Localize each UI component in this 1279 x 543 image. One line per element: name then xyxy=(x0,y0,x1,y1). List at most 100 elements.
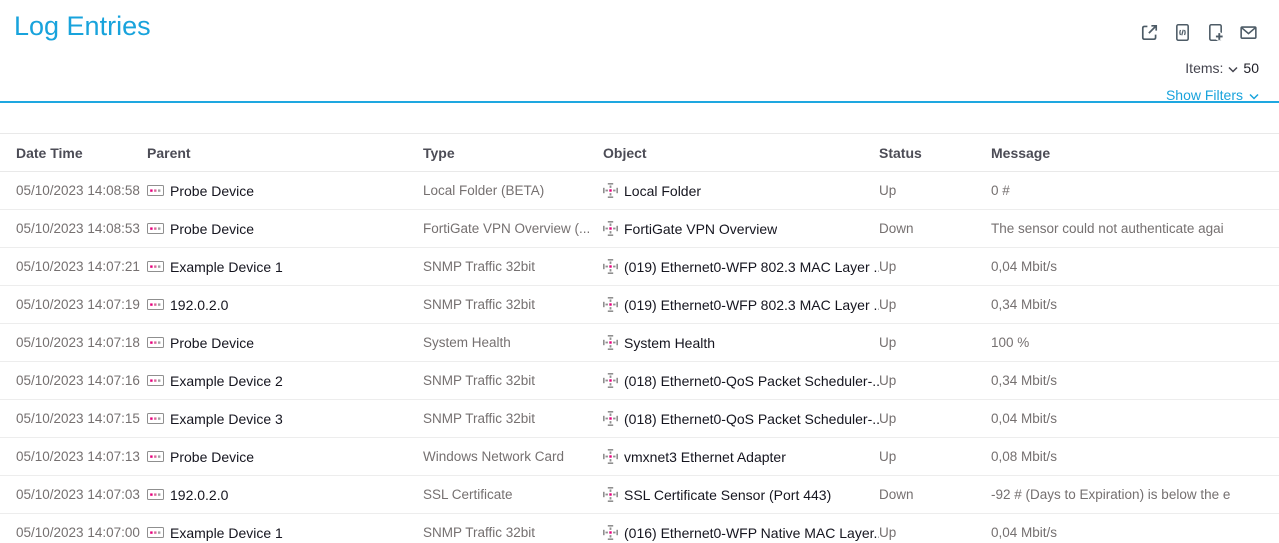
log-datetime: 05/10/2023 14:07:13 xyxy=(0,438,147,476)
code-file-icon[interactable] xyxy=(1172,22,1193,43)
parent-device-link[interactable]: Example Device 1 xyxy=(147,259,423,275)
log-table-body: 05/10/2023 14:08:58 Probe Device Local F… xyxy=(0,172,1279,543)
table-row[interactable]: 05/10/2023 14:07:16 Example Device 2 SNM… xyxy=(0,362,1279,400)
log-type: Windows Network Card xyxy=(423,438,603,476)
email-icon[interactable] xyxy=(1238,22,1259,43)
log-status: Up xyxy=(879,248,991,286)
log-type: Local Folder (BETA) xyxy=(423,172,603,210)
log-parent-cell: Example Device 2 xyxy=(147,362,423,400)
column-header-type[interactable]: Type xyxy=(423,134,603,172)
device-icon xyxy=(147,450,164,463)
log-datetime: 05/10/2023 14:08:53 xyxy=(0,210,147,248)
log-message: 0,04 Mbit/s xyxy=(991,248,1279,286)
log-object-cell: (019) Ethernet0-WFP 802.3 MAC Layer ... xyxy=(603,248,879,286)
log-message: 0 # xyxy=(991,172,1279,210)
parent-device-link[interactable]: Probe Device xyxy=(147,221,423,237)
parent-device-link[interactable]: Probe Device xyxy=(147,335,423,351)
log-parent-cell: Example Device 1 xyxy=(147,514,423,543)
log-message: 0,04 Mbit/s xyxy=(991,514,1279,543)
parent-device-name: Example Device 1 xyxy=(170,259,283,275)
sensor-object-name: SSL Certificate Sensor (Port 443) xyxy=(624,487,831,503)
table-row[interactable]: 05/10/2023 14:07:13 Probe Device Windows… xyxy=(0,438,1279,476)
sensor-icon xyxy=(603,335,618,350)
sensor-object-link[interactable]: FortiGate VPN Overview xyxy=(603,221,879,237)
sensor-object-link[interactable]: (019) Ethernet0-WFP 802.3 MAC Layer ... xyxy=(603,297,879,313)
parent-device-link[interactable]: 192.0.2.0 xyxy=(147,297,423,313)
parent-device-link[interactable]: Example Device 1 xyxy=(147,525,423,541)
sensor-icon xyxy=(603,183,618,198)
column-header-message[interactable]: Message xyxy=(991,134,1279,172)
log-message: 0,08 Mbit/s xyxy=(991,438,1279,476)
external-link-icon[interactable] xyxy=(1139,22,1160,43)
log-table: Date Time Parent Type Object Status Mess… xyxy=(0,133,1279,543)
sensor-object-link[interactable]: SSL Certificate Sensor (Port 443) xyxy=(603,487,879,503)
table-row[interactable]: 05/10/2023 14:07:21 Example Device 1 SNM… xyxy=(0,248,1279,286)
column-header-parent[interactable]: Parent xyxy=(147,134,423,172)
log-parent-cell: 192.0.2.0 xyxy=(147,476,423,514)
log-type: SNMP Traffic 32bit xyxy=(423,362,603,400)
parent-device-name: Example Device 1 xyxy=(170,525,283,541)
column-header-datetime[interactable]: Date Time xyxy=(0,134,147,172)
log-datetime: 05/10/2023 14:07:19 xyxy=(0,286,147,324)
sensor-object-link[interactable]: (018) Ethernet0-QoS Packet Scheduler-... xyxy=(603,411,879,427)
table-row[interactable]: 05/10/2023 14:07:03 192.0.2.0 SSL Certif… xyxy=(0,476,1279,514)
sensor-icon xyxy=(603,259,618,274)
parent-device-link[interactable]: Probe Device xyxy=(147,183,423,199)
log-status: Down xyxy=(879,210,991,248)
sensor-object-link[interactable]: System Health xyxy=(603,335,879,351)
log-object-cell: Local Folder xyxy=(603,172,879,210)
table-row[interactable]: 05/10/2023 14:07:19 192.0.2.0 SNMP Traff… xyxy=(0,286,1279,324)
parent-device-link[interactable]: Example Device 2 xyxy=(147,373,423,389)
parent-device-link[interactable]: Probe Device xyxy=(147,449,423,465)
log-message: 100 % xyxy=(991,324,1279,362)
sensor-object-name: (019) Ethernet0-WFP 802.3 MAC Layer ... xyxy=(624,259,879,275)
sensor-object-link[interactable]: Local Folder xyxy=(603,183,879,199)
log-table-container: Date Time Parent Type Object Status Mess… xyxy=(0,133,1279,543)
parent-device-name: Probe Device xyxy=(170,221,254,237)
device-icon xyxy=(147,298,164,311)
log-type: SNMP Traffic 32bit xyxy=(423,514,603,543)
device-icon xyxy=(147,260,164,273)
sensor-icon xyxy=(603,221,618,236)
sensor-object-link[interactable]: vmxnet3 Ethernet Adapter xyxy=(603,449,879,465)
log-datetime: 05/10/2023 14:08:58 xyxy=(0,172,147,210)
log-status: Up xyxy=(879,438,991,476)
parent-device-name: Probe Device xyxy=(170,335,254,351)
items-count-dropdown[interactable]: Items: 50 xyxy=(1185,60,1259,76)
sensor-object-link[interactable]: (018) Ethernet0-QoS Packet Scheduler-... xyxy=(603,373,879,389)
parent-device-link[interactable]: 192.0.2.0 xyxy=(147,487,423,503)
parent-device-name: Probe Device xyxy=(170,183,254,199)
table-row[interactable]: 05/10/2023 14:07:18 Probe Device System … xyxy=(0,324,1279,362)
sensor-object-link[interactable]: (016) Ethernet0-WFP Native MAC Layer... xyxy=(603,525,879,541)
log-object-cell: (016) Ethernet0-WFP Native MAC Layer... xyxy=(603,514,879,543)
log-parent-cell: Example Device 3 xyxy=(147,400,423,438)
table-row[interactable]: 05/10/2023 14:07:00 Example Device 1 SNM… xyxy=(0,514,1279,543)
log-message: The sensor could not authenticate agai xyxy=(991,210,1279,248)
log-object-cell: (019) Ethernet0-WFP 802.3 MAC Layer ... xyxy=(603,286,879,324)
log-status: Down xyxy=(879,476,991,514)
sensor-icon xyxy=(603,487,618,502)
table-row[interactable]: 05/10/2023 14:08:53 Probe Device FortiGa… xyxy=(0,210,1279,248)
sensor-icon xyxy=(603,373,618,388)
device-icon xyxy=(147,222,164,235)
log-status: Up xyxy=(879,362,991,400)
table-row[interactable]: 05/10/2023 14:07:15 Example Device 3 SNM… xyxy=(0,400,1279,438)
log-datetime: 05/10/2023 14:07:21 xyxy=(0,248,147,286)
table-row[interactable]: 05/10/2023 14:08:58 Probe Device Local F… xyxy=(0,172,1279,210)
log-parent-cell: Probe Device xyxy=(147,324,423,362)
sensor-icon xyxy=(603,525,618,540)
parent-device-link[interactable]: Example Device 3 xyxy=(147,411,423,427)
sensor-object-link[interactable]: (019) Ethernet0-WFP 802.3 MAC Layer ... xyxy=(603,259,879,275)
parent-device-name: Probe Device xyxy=(170,449,254,465)
device-icon xyxy=(147,336,164,349)
sensor-object-name: FortiGate VPN Overview xyxy=(624,221,777,237)
log-object-cell: (018) Ethernet0-QoS Packet Scheduler-... xyxy=(603,400,879,438)
column-header-status[interactable]: Status xyxy=(879,134,991,172)
log-type: System Health xyxy=(423,324,603,362)
log-entries-page: Log Entries xyxy=(0,0,1279,543)
file-plus-icon[interactable] xyxy=(1205,22,1226,43)
page-title: Log Entries xyxy=(14,11,151,42)
items-count-value: 50 xyxy=(1243,60,1259,76)
sensor-object-name: (018) Ethernet0-QoS Packet Scheduler-... xyxy=(624,373,879,389)
column-header-object[interactable]: Object xyxy=(603,134,879,172)
